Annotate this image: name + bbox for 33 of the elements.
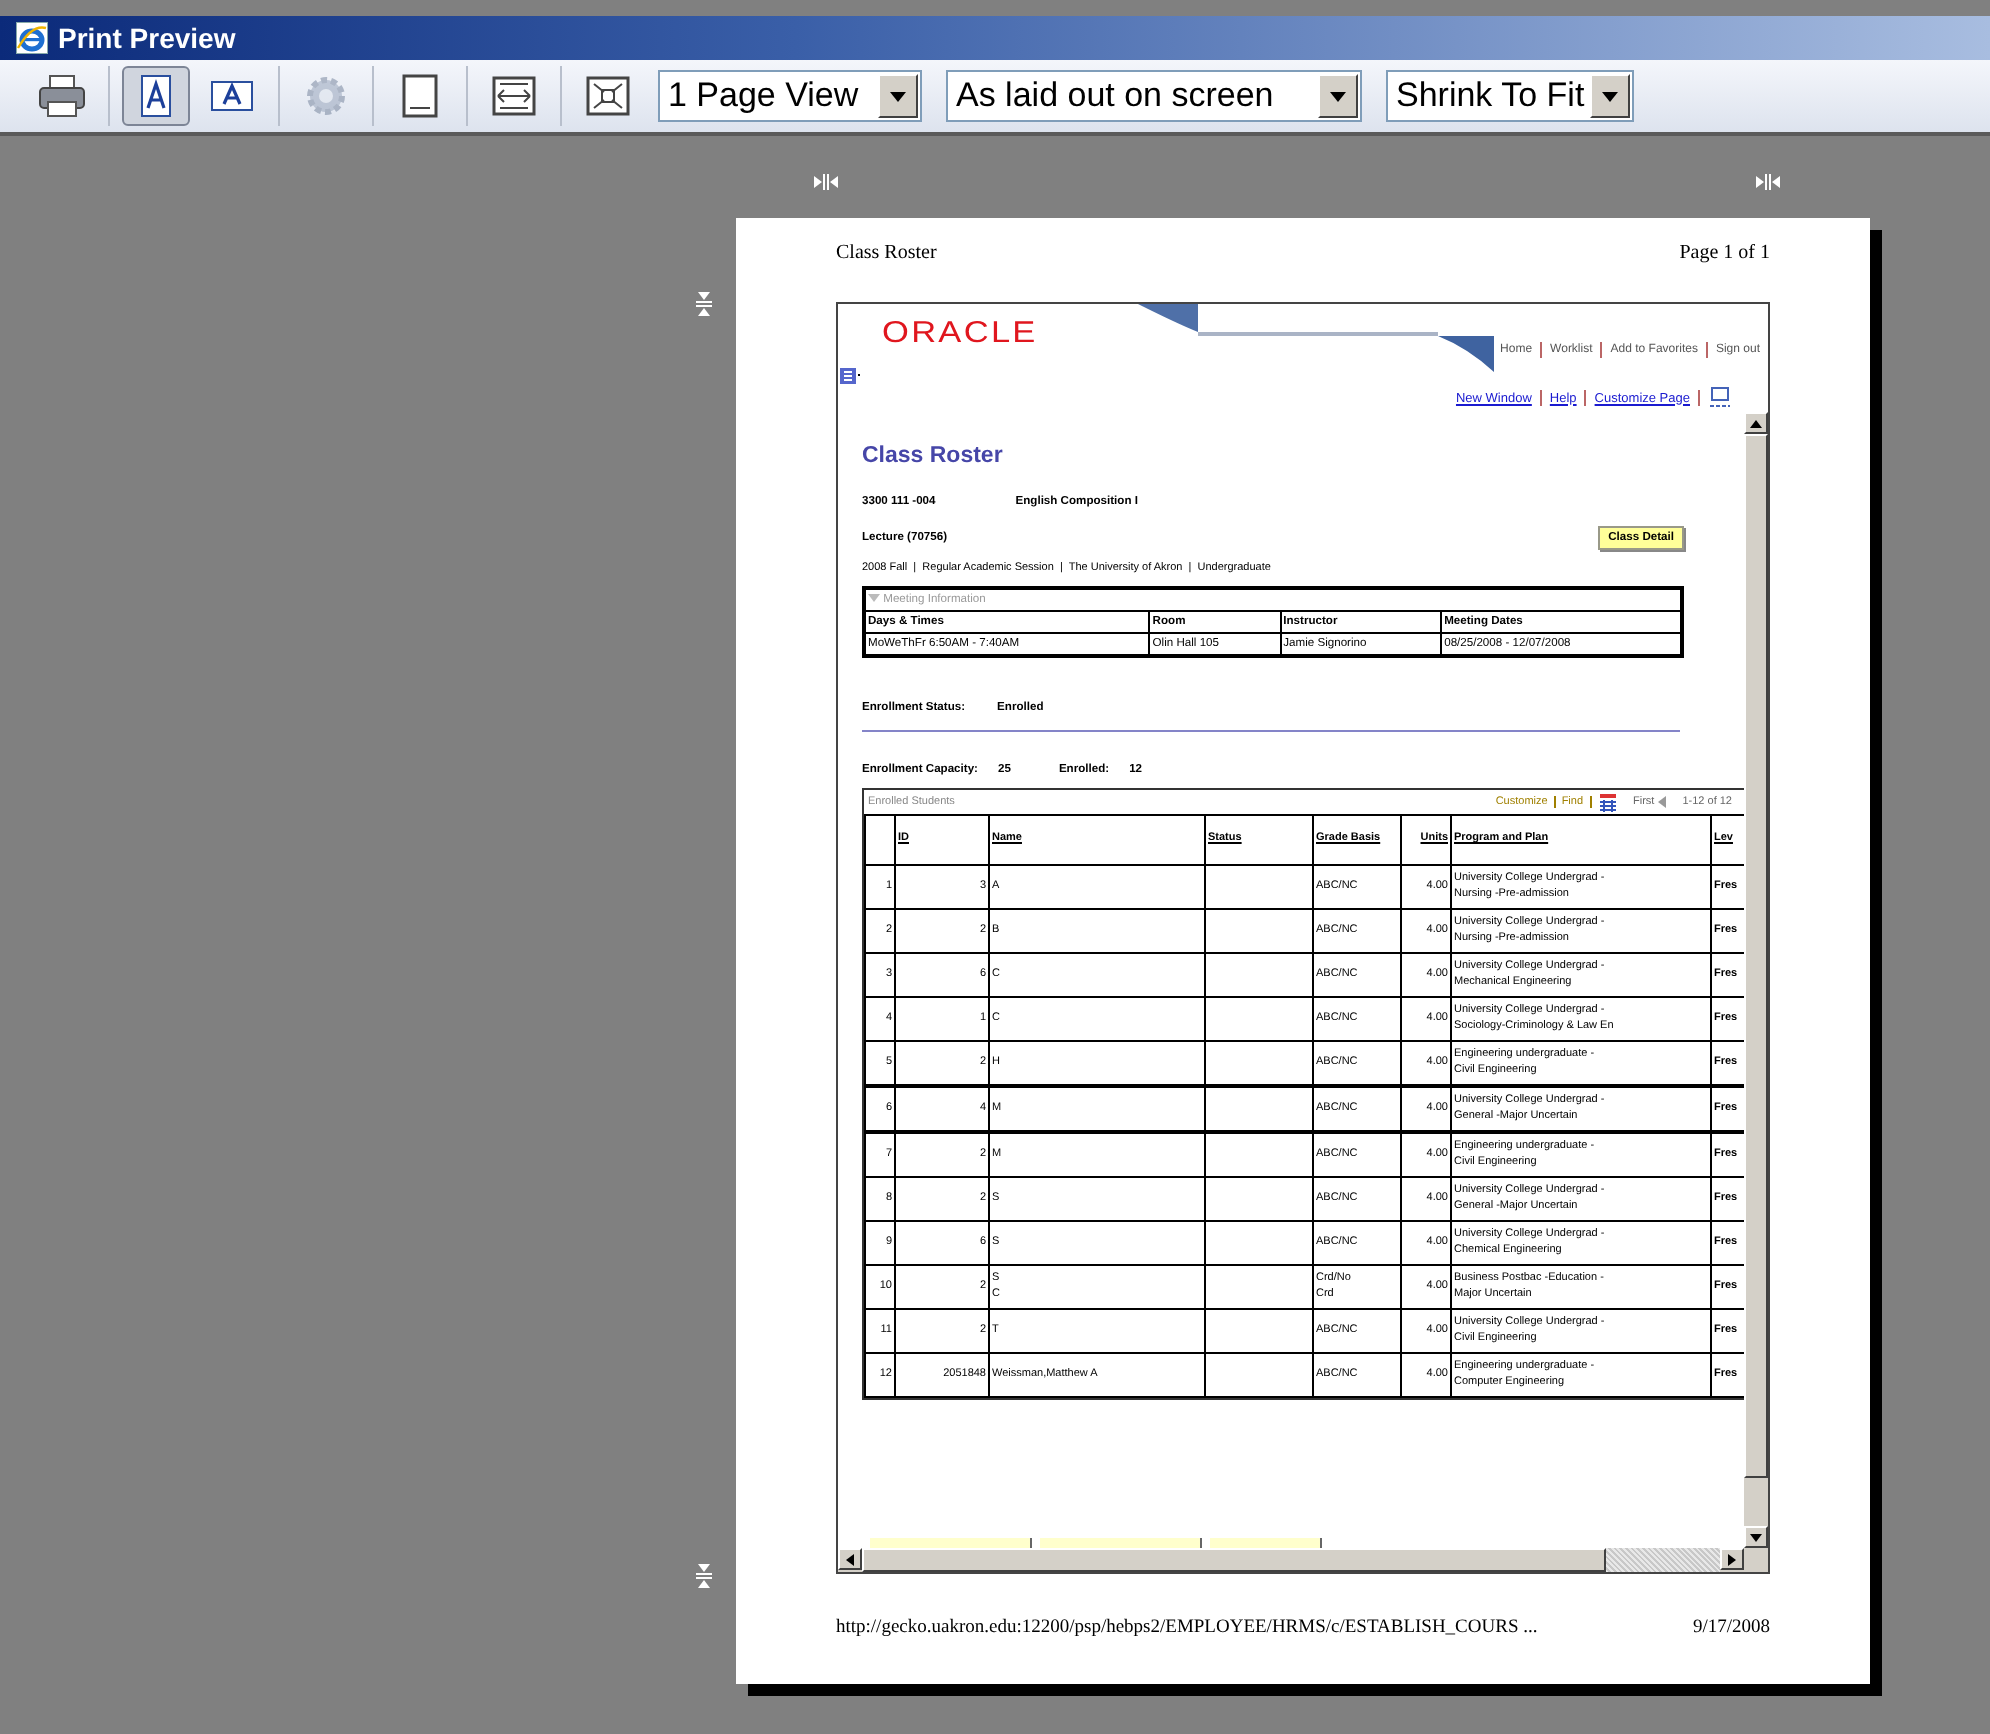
full-page-icon xyxy=(584,74,632,118)
menu-icon[interactable] xyxy=(840,368,860,384)
gear-icon xyxy=(304,74,348,118)
scroll-left-icon[interactable] xyxy=(846,1553,854,1565)
dropdown-arrow-icon xyxy=(890,91,906,101)
oracle-logo: ORACLE xyxy=(882,316,1038,350)
margin-handle-icon[interactable] xyxy=(812,168,840,196)
view-dropdown[interactable]: Shrink To Fit xyxy=(1386,70,1634,122)
view-dropdown[interactable]: As laid out on screen xyxy=(946,70,1362,122)
view-dropdown[interactable]: 1 Page View xyxy=(658,70,922,122)
grid-view-icon[interactable] xyxy=(1597,793,1618,811)
page-width-icon xyxy=(490,74,538,118)
margin-handle-icon[interactable] xyxy=(690,1562,718,1590)
window-title: Print Preview xyxy=(58,22,236,54)
page-number: Page 1 of 1 xyxy=(1679,242,1770,264)
scroll-thumb[interactable] xyxy=(862,1548,1606,1572)
margin-handle-icon[interactable] xyxy=(690,290,718,318)
page-url: http://gecko.uakron.edu:12200/psp/hebps2/EMPLOYEE/HRMS/c/ESTABLISH_COURS ... xyxy=(836,1618,1538,1638)
previous-icon[interactable] xyxy=(1658,796,1667,808)
portrait-page-button[interactable] xyxy=(122,66,190,126)
dropdown-arrow-icon xyxy=(1330,91,1346,101)
scroll-right-icon[interactable] xyxy=(1728,1553,1736,1565)
scroll-down-icon[interactable] xyxy=(1750,1533,1762,1541)
page-header-title: Class Roster xyxy=(836,242,937,264)
scroll-up-icon[interactable] xyxy=(1750,419,1762,427)
page-title: Class Roster xyxy=(862,444,1005,468)
page-date: 9/17/2008 xyxy=(1692,1618,1770,1638)
printer-icon xyxy=(38,74,86,118)
dropdown-arrow-icon xyxy=(1602,91,1618,101)
browser-logo-icon xyxy=(16,22,48,54)
http-icon[interactable] xyxy=(1708,386,1732,410)
single-page-icon xyxy=(398,74,442,118)
margin-handle-icon[interactable] xyxy=(1754,168,1782,196)
